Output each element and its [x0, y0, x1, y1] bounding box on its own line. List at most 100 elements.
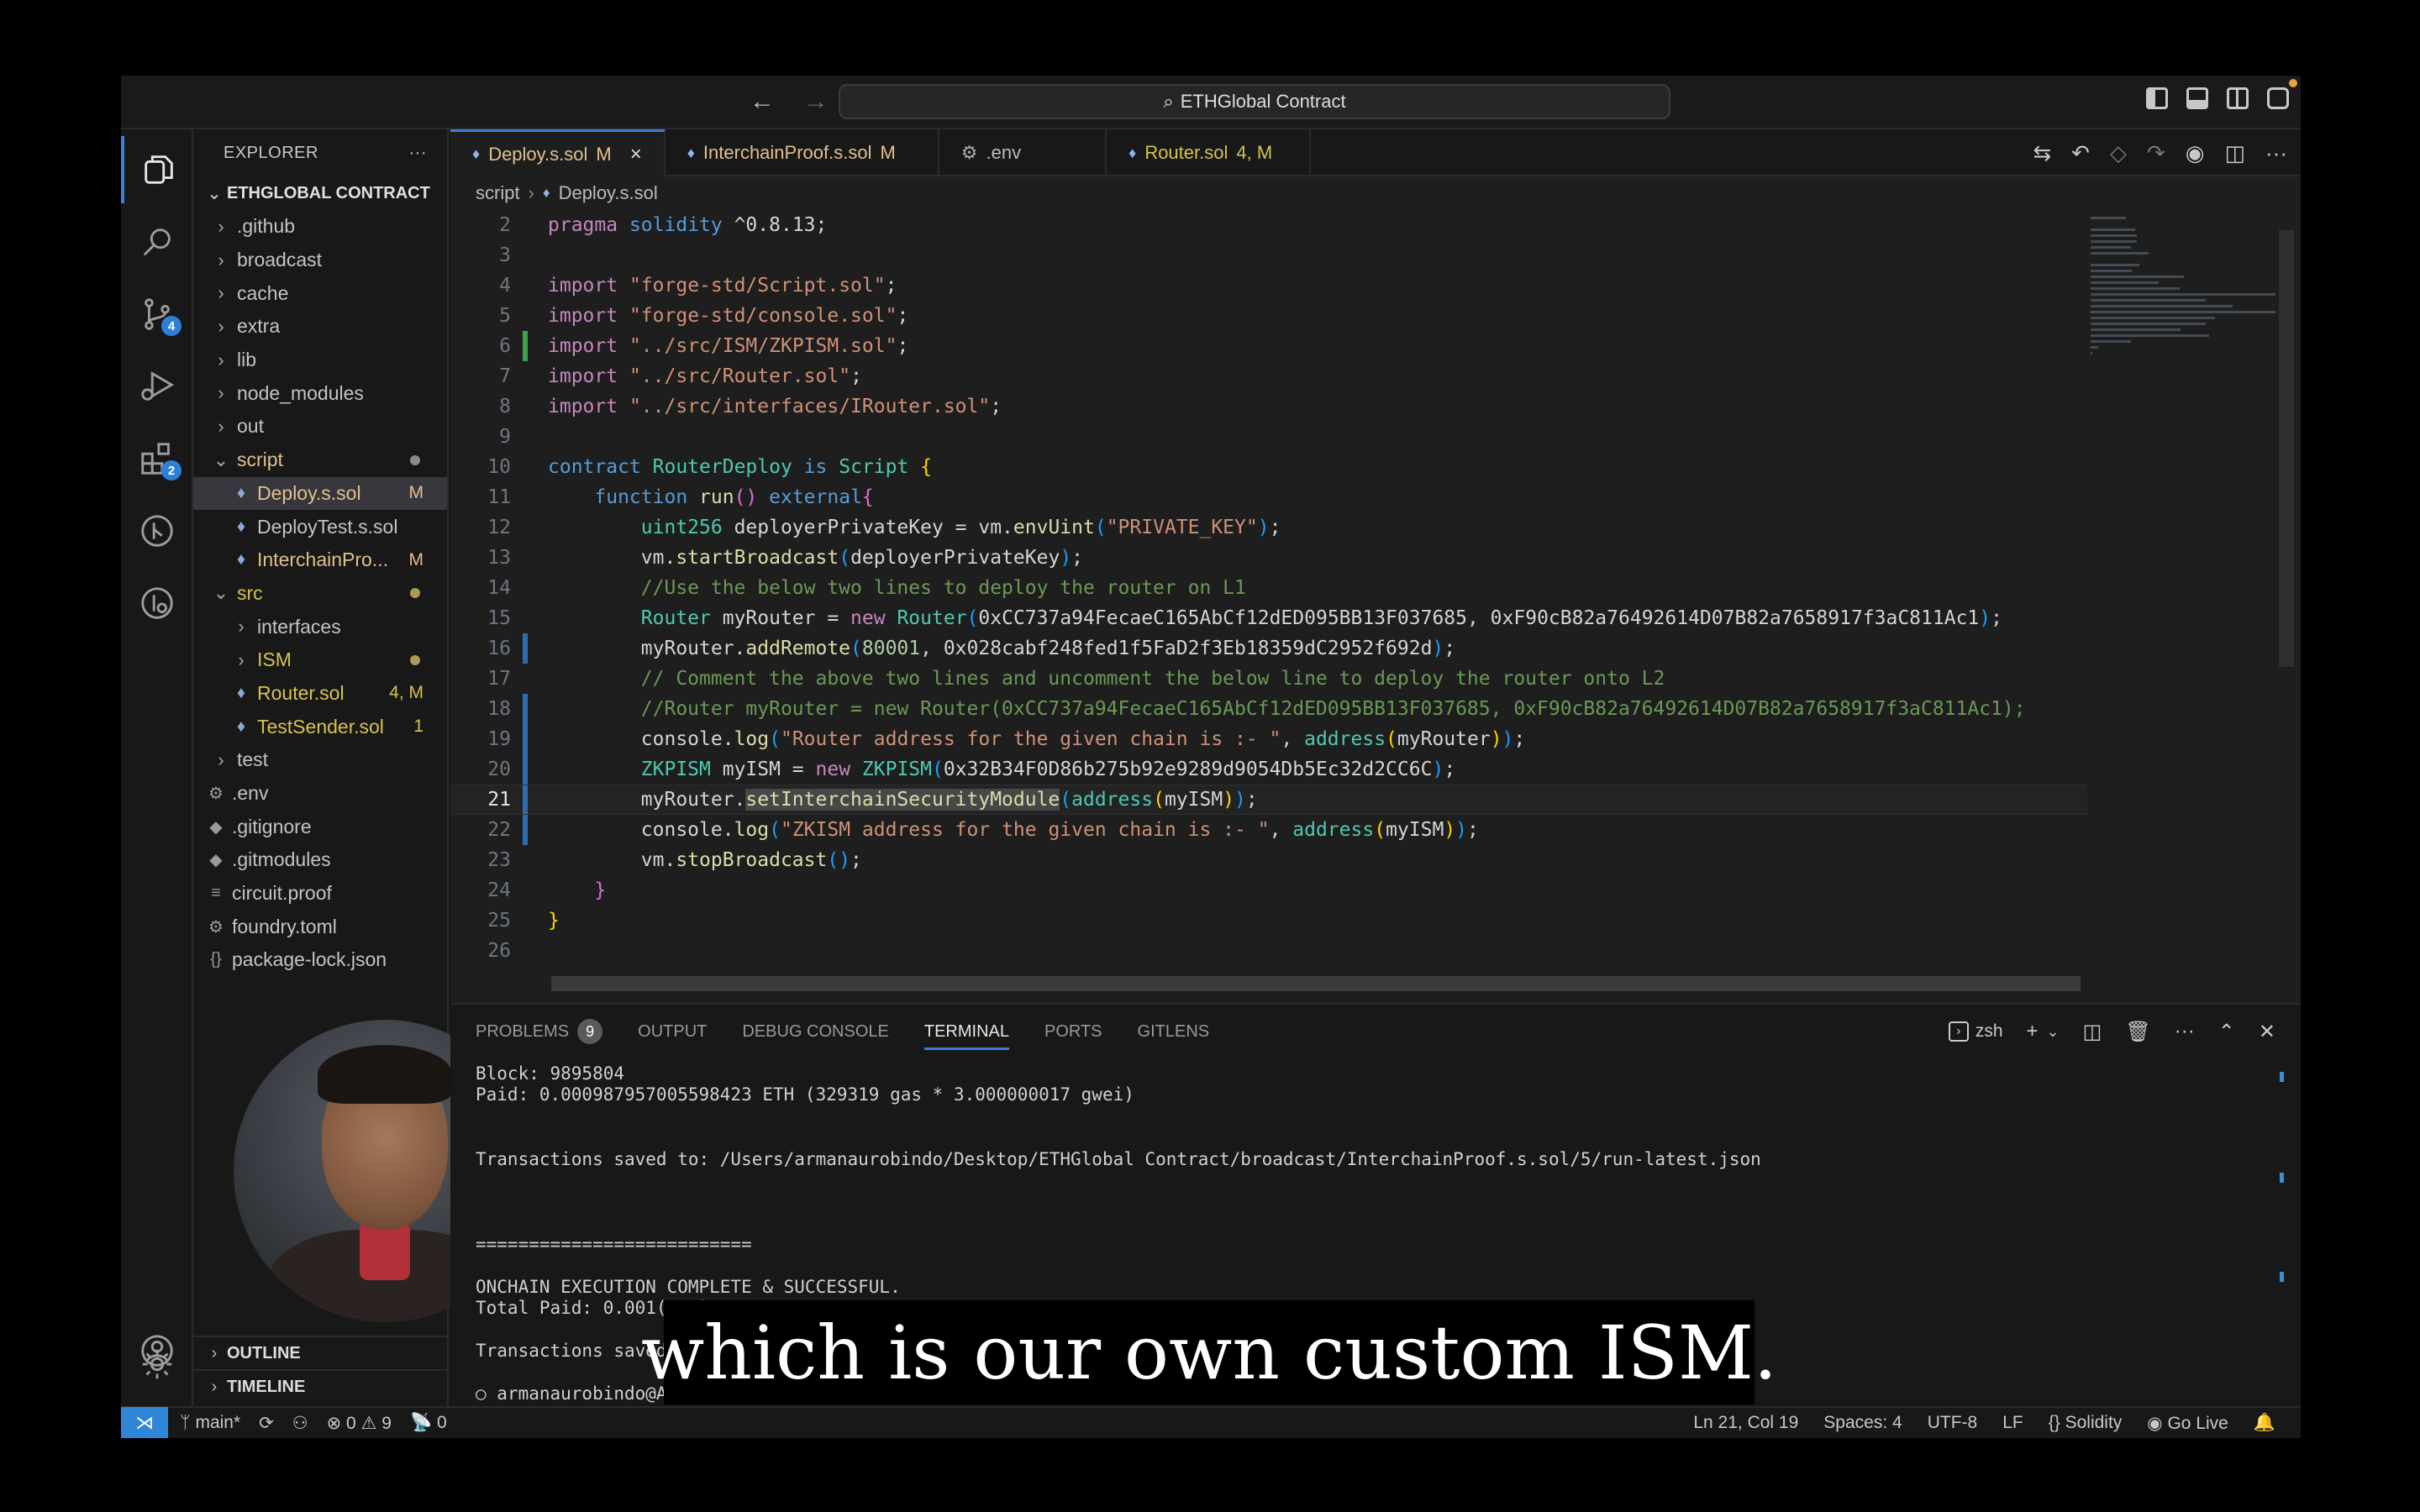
code-line[interactable]: 3: [450, 240, 2087, 270]
file-tree-item[interactable]: › out: [193, 410, 447, 444]
activity-explorer[interactable]: [121, 136, 193, 203]
toggle-secondary-sidebar-icon[interactable]: [2227, 87, 2249, 109]
code-line[interactable]: 21 myRouter.setInterchainSecurityModule(…: [450, 785, 2087, 815]
next-change-icon[interactable]: ↷: [2147, 140, 2165, 166]
cursor-position[interactable]: Ln 21, Col 19: [1693, 1413, 1798, 1433]
code-line[interactable]: 24 }: [450, 875, 2087, 906]
file-tree-item[interactable]: ♦ Router.sol 4, M: [193, 677, 447, 711]
command-center-search[interactable]: ⌕ ETHGlobal Contract: [839, 84, 1670, 119]
file-tree-item[interactable]: ⌄ src: [193, 577, 447, 611]
code-line[interactable]: 15 Router myRouter = new Router(0xCC737a…: [450, 603, 2087, 633]
code-editor[interactable]: 2 pragma solidity ^0.8.13; 3 4 import "forge…: [450, 210, 2087, 966]
trash-icon[interactable]: 🗑: [2125, 1020, 2150, 1044]
code-line[interactable]: 22 console.log("ZKISM address for the gi…: [450, 815, 2087, 845]
file-tree-item[interactable]: ⚙ foundry.toml: [193, 910, 447, 943]
file-tree-item[interactable]: › broadcast: [193, 244, 447, 277]
code-line[interactable]: 26: [450, 936, 2087, 966]
code-line[interactable]: 6 import "../src/ISM/ZKPISM.sol";: [450, 331, 2087, 361]
toggle-primary-sidebar-icon[interactable]: [2146, 87, 2168, 109]
arrow-left-icon[interactable]: ←: [750, 87, 775, 116]
activity-run-debug[interactable]: [121, 353, 193, 420]
more-actions-icon[interactable]: ···: [2175, 1020, 2195, 1043]
file-tree-item[interactable]: › node_modules: [193, 376, 447, 410]
go-live-button[interactable]: ◉ Go Live: [2147, 1413, 2228, 1434]
panel-tab-ports[interactable]: PORTS: [1044, 1005, 1102, 1058]
breadcrumb-folder[interactable]: script: [476, 182, 520, 204]
code-line[interactable]: 18 //Router myRouter = new Router(0xCC73…: [450, 694, 2087, 724]
horizontal-scrollbar[interactable]: [551, 976, 2081, 991]
code-line[interactable]: 17 // Comment the above two lines and un…: [450, 664, 2087, 694]
file-tree-item[interactable]: ♦ Deploy.s.sol M: [193, 476, 447, 511]
file-tree-item[interactable]: ♦ InterchainPro... M: [193, 543, 447, 577]
bell-icon[interactable]: 🔔: [2254, 1413, 2275, 1433]
file-tree-item[interactable]: ⚙ .env: [193, 777, 447, 811]
panel-tab-output[interactable]: OUTPUT: [638, 1005, 707, 1058]
activity-gitlens[interactable]: [121, 497, 193, 564]
code-line[interactable]: 7 import "../src/Router.sol";: [450, 361, 2087, 391]
file-tree-item[interactable]: ♦ TestSender.sol 1: [193, 710, 447, 743]
sync-icon[interactable]: ⟳: [259, 1413, 274, 1434]
file-tree-item[interactable]: › cache: [193, 276, 447, 310]
more-actions-icon[interactable]: ···: [2265, 140, 2287, 166]
file-tree-item[interactable]: › test: [193, 743, 447, 777]
activity-manage[interactable]: [121, 1331, 193, 1398]
tab-router-sol[interactable]: ♦ Router.sol 4, M: [1107, 129, 1312, 176]
panel-tab-problems[interactable]: PROBLEMS 9: [476, 1005, 603, 1058]
file-tree-item[interactable]: ♦ DeployTest.s.sol: [193, 510, 447, 543]
panel-tab-debug-console[interactable]: DEBUG CONSOLE: [742, 1005, 888, 1058]
activity-gitlens-inspect[interactable]: [121, 570, 193, 637]
language-mode[interactable]: {} Solidity: [2049, 1413, 2123, 1433]
minimap[interactable]: [2091, 213, 2275, 566]
code-line[interactable]: 20 ZKPISM myISM = new ZKPISM(0x32B34F0D8…: [450, 754, 2087, 785]
code-line[interactable]: 14 //Use the below two lines to deploy t…: [450, 573, 2087, 603]
panel-tab-terminal[interactable]: TERMINAL: [923, 1005, 1010, 1058]
gitlens-blame-icon[interactable]: ◉: [2186, 140, 2205, 166]
code-line[interactable]: 13 vm.startBroadcast(deployerPrivateKey)…: [450, 543, 2087, 573]
encoding[interactable]: UTF-8: [1928, 1413, 1978, 1433]
file-tree-item[interactable]: › .github: [193, 210, 447, 244]
toggle-panel-icon[interactable]: [2186, 87, 2208, 109]
indentation[interactable]: Spaces: 4: [1823, 1413, 1902, 1433]
file-tree-item[interactable]: › lib: [193, 344, 447, 377]
vertical-scrollbar[interactable]: [2279, 230, 2294, 667]
file-tree-item[interactable]: › ISM: [193, 643, 447, 677]
code-line[interactable]: 25}: [450, 906, 2087, 936]
revision-icon[interactable]: ◇: [2110, 140, 2127, 166]
code-line[interactable]: 16 myRouter.addRemote(80001, 0x028cabf24…: [450, 633, 2087, 664]
terminal-shell-selector[interactable]: › zsh: [1948, 1021, 2003, 1042]
file-tree-item[interactable]: ◆ .gitmodules: [193, 843, 447, 877]
close-icon[interactable]: ×: [630, 143, 642, 166]
tab-deploy-s-sol[interactable]: ♦ Deploy.s.sol M ×: [450, 129, 666, 176]
activity-source-control[interactable]: 4: [121, 281, 193, 348]
activity-extensions[interactable]: 2: [121, 425, 193, 492]
file-tree-item[interactable]: ≡ circuit.proof: [193, 877, 447, 911]
code-line[interactable]: 2 pragma solidity ^0.8.13;: [450, 210, 2087, 240]
problems-indicator[interactable]: ⊗ 0 ⚠ 9: [327, 1413, 392, 1434]
maximize-panel-icon[interactable]: ⌃: [2218, 1020, 2235, 1044]
code-line[interactable]: 9: [450, 422, 2087, 452]
chevron-down-icon[interactable]: ⌄: [2047, 1023, 2060, 1041]
code-line[interactable]: 23 vm.stopBroadcast();: [450, 845, 2087, 875]
close-icon[interactable]: ✕: [2259, 1020, 2275, 1044]
code-line[interactable]: 10 contract RouterDeploy is Script {: [450, 452, 2087, 482]
new-terminal-icon[interactable]: +: [2027, 1020, 2039, 1043]
code-line[interactable]: 8 import "../src/interfaces/IRouter.sol";: [450, 391, 2087, 422]
arrow-right-icon[interactable]: →: [803, 87, 829, 116]
workspace-root[interactable]: ⌄ ETHGLOBAL CONTRACT: [193, 176, 447, 210]
ports-indicator[interactable]: 📡 0: [410, 1413, 447, 1433]
split-terminal-icon[interactable]: ◫: [2083, 1020, 2102, 1044]
branch-indicator[interactable]: ᛘ main*: [180, 1413, 240, 1433]
previous-change-icon[interactable]: ↶: [2071, 140, 2090, 166]
activity-search[interactable]: [121, 208, 193, 276]
code-line[interactable]: 4 import "forge-std/Script.sol";: [450, 270, 2087, 301]
timeline-section[interactable]: › TIMELINE: [193, 1369, 447, 1403]
file-tree-item[interactable]: ⌄ script: [193, 444, 447, 477]
code-line[interactable]: 11 function run() external{: [450, 482, 2087, 512]
remote-indicator-icon[interactable]: ⋊: [121, 1407, 168, 1438]
gitlens-status-icon[interactable]: ⚇: [292, 1413, 308, 1434]
file-tree-item[interactable]: ◆ .gitignore: [193, 810, 447, 843]
code-line[interactable]: 19 console.log("Router address for the g…: [450, 724, 2087, 754]
file-tree-item[interactable]: › interfaces: [193, 610, 447, 643]
more-actions-icon[interactable]: ···: [409, 144, 427, 163]
file-tree-item[interactable]: {} package-lock.json: [193, 943, 447, 977]
